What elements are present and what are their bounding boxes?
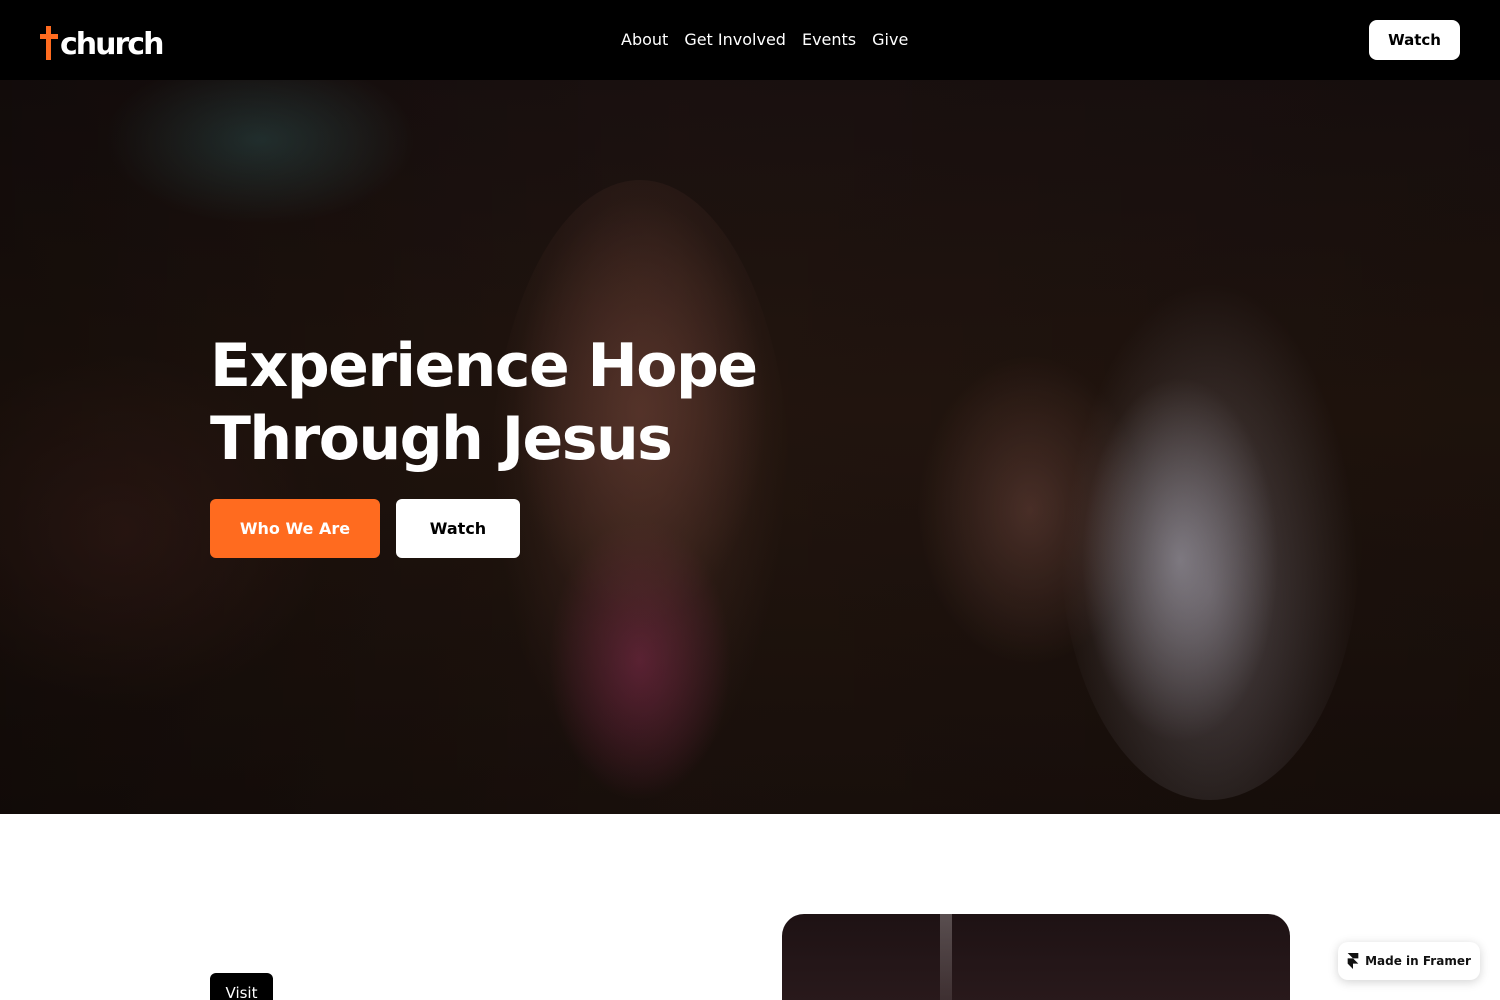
section-image (782, 914, 1290, 1000)
church-logo[interactable]: church (40, 24, 164, 62)
light-beam (940, 914, 952, 1000)
hero-title: Experience Hope Through Jesus (210, 331, 758, 474)
header-watch-button[interactable]: Watch (1369, 20, 1460, 60)
nav-link-about[interactable]: About (613, 28, 676, 52)
hero-button-group: Who We Are Watch (210, 499, 520, 558)
nav-link-events[interactable]: Events (794, 28, 864, 52)
hero-section: Experience Hope Through Jesus Who We Are… (0, 80, 1500, 814)
hero-photo-figure-left (490, 180, 790, 800)
visit-badge: Visit (210, 973, 273, 1000)
made-in-framer-label: Made in Framer (1365, 954, 1471, 968)
main-nav: About Get Involved Events Give (613, 28, 916, 52)
top-navigation-bar: church About Get Involved Events Give Wa… (0, 0, 1500, 80)
framer-icon (1347, 953, 1359, 969)
nav-link-get-involved[interactable]: Get Involved (676, 28, 794, 52)
made-in-framer-badge[interactable]: Made in Framer (1338, 942, 1480, 980)
hero-watch-button[interactable]: Watch (396, 499, 520, 558)
cross-icon (40, 26, 58, 60)
hero-photo-figure-right (1060, 280, 1360, 800)
nav-link-give[interactable]: Give (864, 28, 916, 52)
who-we-are-button[interactable]: Who We Are (210, 499, 380, 558)
logo-text: church (60, 27, 164, 62)
